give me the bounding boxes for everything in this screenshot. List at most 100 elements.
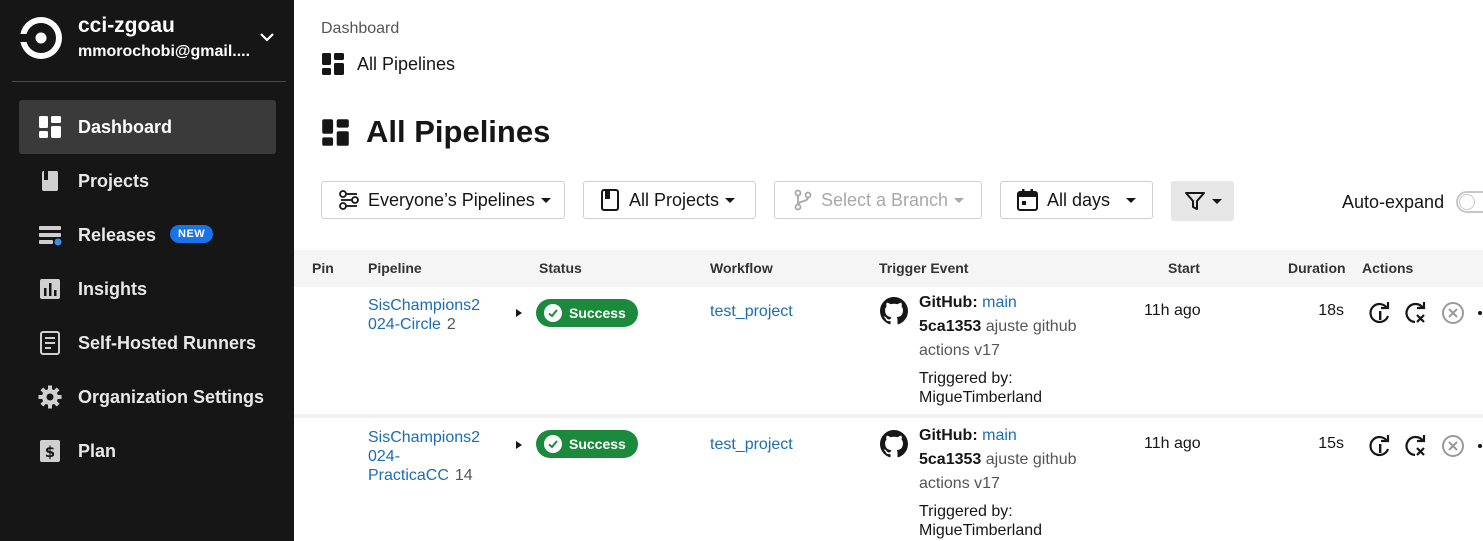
pipeline-link[interactable]: SisChampions2 024-Circle 2 [368, 296, 480, 334]
branch-link[interactable]: main [982, 294, 1017, 311]
table-header: Pin Pipeline Status Workflow Trigger Eve… [294, 250, 1483, 287]
triggered-by-user: MigueTimberland [919, 522, 1043, 539]
expand-arrow-icon[interactable] [516, 441, 522, 449]
sidebar-item-label: Dashboard [78, 116, 173, 137]
dashboard-icon [38, 115, 62, 139]
commit-message: ajuste github [985, 318, 1077, 335]
chevron-down-icon[interactable] [258, 30, 276, 44]
pipeline-link[interactable]: SisChampions2 024- PracticaCC 14 [368, 428, 480, 485]
status-label: Success [569, 436, 626, 452]
start-time: 11h ago [1144, 302, 1201, 319]
triggered-by-user: MigueTimberland [919, 389, 1043, 406]
pipelines-filter-label: Everyone’s Pipelines [368, 189, 535, 210]
check-icon [544, 304, 562, 322]
more-actions-icon[interactable] [1478, 444, 1482, 448]
branch-filter-dropdown[interactable]: Select a Branch [774, 181, 982, 219]
commit-message: ajuste github [985, 451, 1077, 468]
col-status: Status [539, 260, 582, 276]
dashboard-icon [322, 118, 349, 146]
triggered-by: Triggered by: MigueTimberland [919, 369, 1042, 407]
workflow-link[interactable]: test_project [710, 303, 793, 321]
breadcrumb-parent[interactable]: Dashboard [321, 20, 399, 38]
commit-hash[interactable]: 5ca1353 [919, 451, 981, 468]
pipeline-number: 14 [454, 467, 473, 484]
days-filter-label: All days [1047, 189, 1111, 210]
projects-filter-label: All Projects [629, 189, 720, 210]
triggered-by-label: Triggered by: [919, 370, 1013, 387]
caret-down-icon [1211, 198, 1222, 204]
sidebar-item-plan[interactable]: $ Plan [19, 424, 276, 478]
auto-expand-label: Auto-expand [1342, 192, 1445, 212]
duration: 18s [1318, 302, 1344, 319]
col-duration: Duration [1288, 260, 1346, 276]
breadcrumb-current: All Pipelines [357, 53, 456, 74]
col-trigger: Trigger Event [879, 260, 969, 276]
rerun-icon[interactable] [1367, 300, 1393, 326]
git-branch-icon [794, 189, 812, 211]
status-badge[interactable]: Success [536, 430, 638, 458]
sidebar-item-releases[interactable]: Releases NEW [19, 208, 276, 262]
cancel-icon[interactable] [1440, 300, 1466, 326]
insights-icon [38, 277, 62, 301]
rerun-failed-icon[interactable] [1403, 300, 1429, 326]
sidebar-item-self-hosted-runners[interactable]: Self-Hosted Runners [19, 316, 276, 370]
caret-down-icon [540, 197, 551, 203]
page-title-text: All Pipelines [366, 114, 551, 149]
filter-options-button[interactable] [1171, 181, 1234, 221]
sidebar-item-dashboard[interactable]: Dashboard [19, 100, 276, 154]
runners-icon [38, 331, 62, 355]
col-pin: Pin [312, 260, 334, 276]
org-switcher[interactable]: cci-zgoau mmorochobi@gmail.... [0, 0, 294, 81]
caret-down-icon [954, 197, 965, 203]
sidebar-item-label: Organization Settings [78, 386, 265, 407]
commit-hash[interactable]: 5ca1353 [919, 318, 981, 335]
org-email: mmorochobi@gmail.... [78, 43, 251, 60]
check-icon [544, 435, 562, 453]
trigger-event: GitHub: main 5ca1353 ajuste github actio… [919, 424, 1076, 496]
releases-icon [38, 223, 62, 247]
rerun-failed-icon[interactable] [1403, 433, 1429, 459]
cancel-icon[interactable] [1440, 433, 1466, 459]
dollar-icon: $ [38, 439, 62, 463]
col-workflow: Workflow [710, 260, 773, 276]
sidebar-item-organization-settings[interactable]: Organization Settings [19, 370, 276, 424]
pipeline-name-line: 024- [368, 448, 401, 465]
rerun-icon[interactable] [1367, 433, 1393, 459]
commit-message: actions v17 [919, 475, 1000, 492]
expand-arrow-icon[interactable] [516, 309, 522, 317]
pipeline-number: 2 [446, 316, 456, 333]
row-divider [294, 414, 1483, 418]
sidebar-item-label: Plan [78, 440, 117, 461]
status-label: Success [569, 305, 626, 321]
trigger-source: GitHub: [919, 294, 978, 311]
sidebar-item-label: Projects [78, 170, 150, 191]
sidebar-item-insights[interactable]: Insights [19, 262, 276, 316]
col-start: Start [1168, 260, 1200, 276]
calendar-icon [1017, 189, 1038, 211]
branch-filter-label: Select a Branch [821, 189, 949, 210]
org-name: cci-zgoau [78, 14, 175, 37]
sidebar-item-label: Insights [78, 278, 148, 299]
sidebar: cci-zgoau mmorochobi@gmail.... Dashboard… [0, 0, 294, 541]
auto-expand-toggle[interactable] [1456, 191, 1483, 213]
status-badge[interactable]: Success [536, 299, 638, 327]
col-pipeline: Pipeline [368, 260, 422, 276]
start-time: 11h ago [1144, 435, 1201, 452]
dashboard-icon [322, 53, 344, 75]
toggle-knob [1460, 195, 1474, 209]
branch-link[interactable]: main [982, 427, 1017, 444]
caret-down-icon [725, 197, 736, 203]
pipelines-filter-dropdown[interactable]: Everyone’s Pipelines [321, 181, 565, 219]
days-filter-dropdown[interactable]: All days [1000, 181, 1153, 219]
github-icon [880, 430, 908, 458]
svg-text:$: $ [45, 443, 55, 461]
commit-message: actions v17 [919, 342, 1000, 359]
workflow-link[interactable]: test_project [710, 436, 793, 454]
sidebar-divider [12, 81, 286, 82]
book-icon [601, 189, 619, 211]
circleci-logo-icon [19, 17, 62, 59]
more-actions-icon[interactable] [1478, 311, 1482, 315]
funnel-icon [1184, 192, 1205, 210]
sidebar-item-projects[interactable]: Projects [19, 154, 276, 208]
projects-filter-dropdown[interactable]: All Projects [583, 181, 756, 219]
